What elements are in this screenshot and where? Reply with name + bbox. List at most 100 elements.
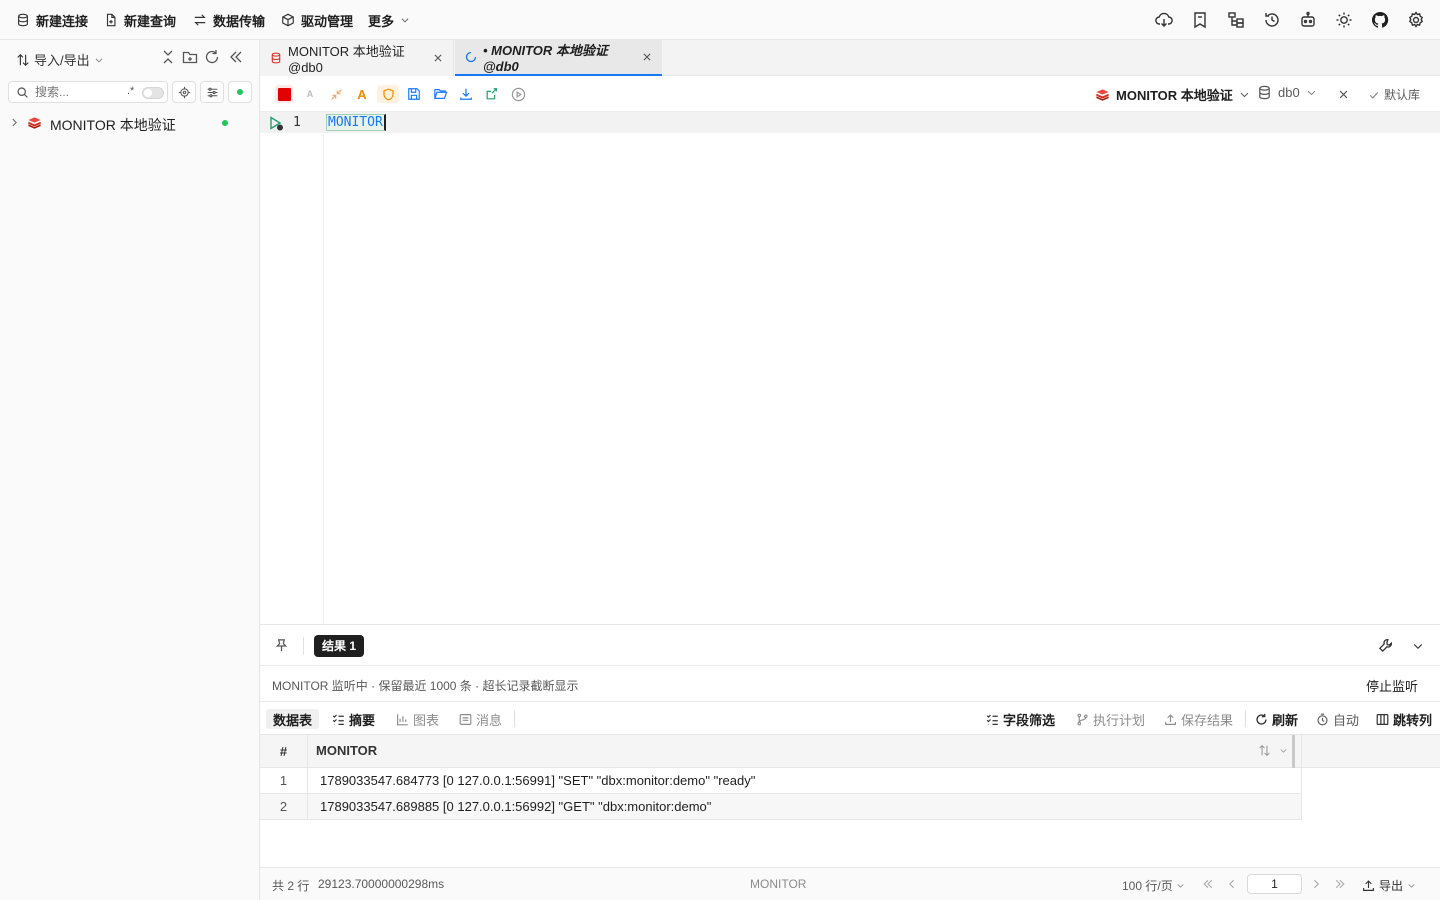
history-icon[interactable]	[1263, 11, 1281, 29]
font-smaller-icon[interactable]: A	[301, 85, 319, 103]
data-transfer-label: 数据传输	[213, 13, 266, 29]
active-line-highlight	[260, 112, 1440, 133]
auto-refresh-button[interactable]: 自动	[1316, 709, 1359, 729]
page-size-value: 100 行/页	[1122, 879, 1173, 893]
column-header-monitor[interactable]: MONITOR	[308, 735, 1295, 768]
table-row[interactable]: 2 1789033547.689885 [0 127.0.0.1:56992] …	[260, 794, 1301, 820]
line-number: 1	[293, 115, 301, 130]
sql-editor[interactable]: 1 MONITOR	[260, 112, 1440, 624]
share-export-icon[interactable]	[483, 85, 501, 103]
last-page-icon[interactable]	[1334, 878, 1346, 890]
play-circle-icon[interactable]	[509, 85, 527, 103]
view-tab-label: 数据表	[273, 712, 313, 728]
upload-icon	[1164, 713, 1177, 726]
refresh-button[interactable]: 刷新	[1255, 709, 1298, 729]
search-input[interactable]	[35, 84, 123, 100]
close-icon[interactable]	[433, 53, 443, 63]
check-icon	[1368, 89, 1380, 101]
run-line-icon[interactable]	[268, 115, 284, 131]
explain-plan-label: 执行计划	[1093, 712, 1146, 728]
bookmark-icon[interactable]	[1191, 11, 1209, 29]
cloud-download-icon[interactable]	[1155, 11, 1173, 29]
jump-to-column-button[interactable]: 跳转列	[1376, 709, 1432, 729]
view-tab-label: 消息	[476, 712, 503, 728]
new-query-label: 新建查询	[124, 13, 177, 29]
database-select[interactable]: db0	[1257, 85, 1317, 100]
view-tab-summary[interactable]: 摘要	[332, 709, 375, 729]
page-number-input[interactable]	[1247, 874, 1302, 894]
explain-plan-button[interactable]: 执行计划	[1076, 709, 1145, 729]
divider	[1245, 710, 1246, 727]
save-result-button[interactable]: 保存结果	[1164, 709, 1233, 729]
tab-monitor-db0[interactable]: MONITOR 本地验证@db0	[260, 40, 454, 76]
page-size-select[interactable]: 100 行/页	[1122, 877, 1185, 894]
refresh-icon	[1255, 713, 1268, 726]
refresh-icon[interactable]	[204, 49, 220, 65]
chevron-down-icon	[94, 55, 104, 65]
new-query-button[interactable]: 新建查询	[104, 11, 176, 29]
compress-icon[interactable]	[327, 85, 345, 103]
table-row[interactable]: 1 1789033547.684773 [0 127.0.0.1:56991] …	[260, 768, 1301, 794]
data-transfer-button[interactable]: 数据传输	[193, 11, 265, 29]
chevron-down-icon[interactable]	[1412, 640, 1424, 652]
schema-tree-icon[interactable]	[1227, 11, 1245, 29]
download-icon[interactable]	[457, 85, 475, 103]
wrench-icon[interactable]	[1378, 638, 1393, 653]
next-page-icon[interactable]	[1310, 878, 1322, 890]
stop-execution-button[interactable]	[275, 85, 293, 103]
close-icon[interactable]	[642, 52, 652, 62]
jump-to-column-label: 跳转列	[1393, 712, 1433, 728]
tab-label: • MONITOR 本地验证@db0	[483, 43, 608, 74]
status-dot	[237, 89, 243, 95]
sun-icon[interactable]	[1335, 11, 1353, 29]
settings-gear-icon[interactable]	[1407, 11, 1425, 29]
safe-mode-button[interactable]	[377, 85, 399, 103]
prev-page-icon[interactable]	[1226, 878, 1238, 890]
stop-monitor-button[interactable]: 停止监听	[1366, 676, 1418, 695]
collapse-all-icon[interactable]	[160, 49, 176, 65]
clear-database-icon[interactable]	[1334, 85, 1352, 103]
view-tab-messages[interactable]: 消息	[459, 709, 502, 729]
filter-button[interactable]	[200, 81, 224, 103]
database-icon	[1257, 85, 1272, 100]
editor-line-text: MONITOR	[326, 114, 386, 131]
open-folder-icon[interactable]	[431, 85, 449, 103]
chevron-down-icon	[1176, 881, 1185, 890]
export-button[interactable]: 导出	[1362, 877, 1416, 894]
editor-tabs: MONITOR 本地验证@db0 • MONITOR 本地验证@db0	[260, 40, 1440, 76]
chevron-right-icon	[10, 118, 19, 127]
collapse-sidebar-icon[interactable]	[228, 49, 244, 65]
connection-status-dot	[222, 120, 228, 126]
connected-filter-button[interactable]	[228, 81, 252, 103]
github-icon[interactable]	[1371, 11, 1389, 29]
format-text-icon[interactable]: A	[353, 85, 371, 103]
bar-chart-icon	[396, 713, 409, 726]
import-export-button[interactable]: 导入/导出	[16, 50, 104, 69]
export-label: 导出	[1379, 879, 1404, 893]
robot-icon[interactable]	[1299, 11, 1317, 29]
driver-management-button[interactable]: 驱动管理	[281, 11, 353, 29]
sort-icon[interactable]	[1258, 744, 1271, 757]
divider	[303, 637, 304, 655]
set-default-db-button[interactable]: 默认库	[1368, 86, 1420, 103]
redis-icon	[27, 116, 42, 130]
view-tab-table[interactable]: 数据表	[266, 709, 320, 729]
connection-select[interactable]: MONITOR 本地验证	[1095, 85, 1250, 104]
field-filter-button[interactable]: 字段筛选	[986, 709, 1055, 729]
tree-item-connection[interactable]: MONITOR 本地验证	[0, 112, 259, 134]
more-menu-button[interactable]: 更多	[368, 11, 410, 29]
row-value: 1789033547.684773 [0 127.0.0.1:56991] "S…	[320, 773, 756, 788]
result-tab-1[interactable]: 结果 1	[314, 635, 365, 657]
new-folder-icon[interactable]	[182, 49, 198, 65]
more-label: 更多	[368, 13, 395, 29]
locate-button[interactable]	[172, 81, 196, 103]
save-icon[interactable]	[405, 85, 423, 103]
regex-toggle[interactable]	[142, 87, 164, 99]
tab-monitor-db0-active[interactable]: • MONITOR 本地验证@db0	[455, 40, 662, 76]
connection-select-value: MONITOR 本地验证	[1116, 88, 1233, 103]
first-page-icon[interactable]	[1202, 878, 1214, 890]
new-connection-button[interactable]: 新建连接	[16, 11, 88, 29]
chevron-down-icon[interactable]	[1279, 746, 1288, 755]
view-tab-chart[interactable]: 图表	[396, 709, 439, 729]
pin-icon[interactable]	[274, 638, 289, 653]
